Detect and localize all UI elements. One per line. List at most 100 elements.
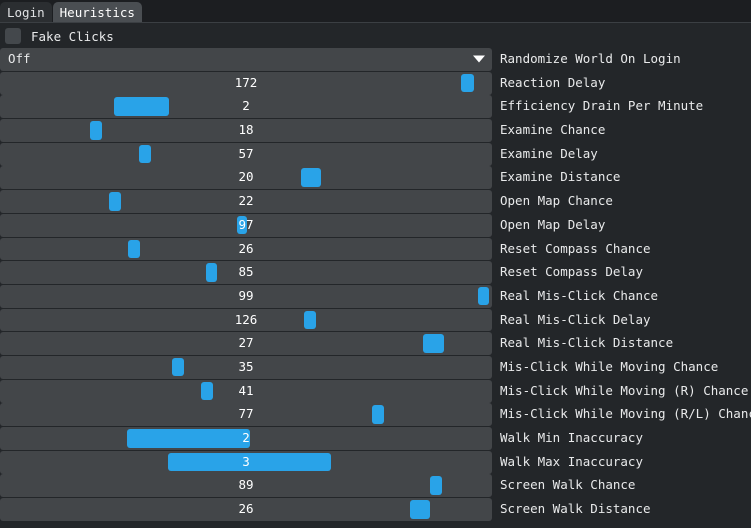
slider[interactable]: 27	[0, 332, 492, 356]
slider-thumb[interactable]	[201, 381, 213, 401]
setting-row: 97 Open Map Delay	[0, 213, 751, 237]
slider[interactable]: 2	[0, 95, 492, 119]
dropdown-randomize-world-on-login[interactable]: Off	[0, 48, 492, 71]
setting-label: Examine Distance	[500, 169, 621, 185]
setting-label: Mis-Click While Moving (R) Chance	[500, 382, 749, 398]
tab-bar: Login Heuristics	[0, 0, 751, 23]
setting-label: Examine Delay	[500, 145, 598, 161]
slider[interactable]: 2	[0, 427, 492, 450]
slider-thumb[interactable]	[172, 357, 184, 377]
setting-label: Real Mis-Click Distance	[500, 335, 674, 351]
tab-heuristics[interactable]: Heuristics	[52, 2, 142, 23]
setting-row: 2 Walk Min Inaccuracy	[0, 427, 751, 450]
slider-value: 27	[238, 335, 254, 351]
slider-thumb[interactable]	[430, 476, 442, 495]
setting-row: 99 Real Mis-Click Chance	[0, 284, 751, 308]
setting-row: 26 Screen Walk Distance	[0, 498, 751, 521]
dropdown-selected-value: Off	[8, 51, 31, 66]
chevron-down-icon	[473, 55, 485, 63]
tab-login-label: Login	[7, 5, 45, 20]
slider[interactable]: 77	[0, 403, 492, 427]
setting-row: 3 Walk Max Inaccuracy	[0, 450, 751, 474]
setting-row: 126 Real Mis-Click Delay	[0, 308, 751, 332]
slider[interactable]: 41	[0, 379, 492, 403]
slider[interactable]: 3	[0, 450, 492, 474]
setting-row: 20 Examine Distance	[0, 166, 751, 190]
slider[interactable]: 172	[0, 71, 492, 95]
slider[interactable]: 85	[0, 261, 492, 285]
setting-label: Screen Walk Distance	[500, 501, 651, 517]
slider-thumb[interactable]	[478, 286, 489, 306]
setting-label: Reaction Delay	[500, 74, 606, 90]
slider[interactable]: 35	[0, 355, 492, 379]
tab-bar-divider	[0, 22, 751, 23]
slider[interactable]: 26	[0, 498, 492, 521]
slider-thumb[interactable]	[423, 334, 444, 353]
setting-row: 57 Examine Delay	[0, 142, 751, 166]
slider[interactable]: 97	[0, 213, 492, 237]
slider-thumb[interactable]	[237, 215, 247, 235]
slider[interactable]: 20	[0, 166, 492, 190]
heuristics-settings-window: Login Heuristics Fake Clicks Off Randomiz…	[0, 0, 751, 528]
setting-label: Walk Min Inaccuracy	[500, 430, 643, 445]
slider-thumb[interactable]	[128, 239, 140, 258]
slider-value: 77	[238, 406, 254, 422]
slider-value: 126	[234, 311, 258, 327]
setting-row: Off Randomize World On Login	[0, 48, 751, 71]
setting-label: Real Mis-Click Delay	[500, 311, 651, 327]
slider[interactable]: 18	[0, 119, 492, 142]
setting-label: Open Map Chance	[500, 193, 613, 209]
slider-value: 41	[238, 382, 254, 398]
setting-row: 41 Mis-Click While Moving (R) Chance	[0, 379, 751, 403]
slider-value: 172	[234, 74, 258, 90]
slider[interactable]: 89	[0, 474, 492, 498]
slider-thumb[interactable]	[301, 168, 321, 187]
slider-thumb[interactable]	[410, 500, 430, 519]
slider-value: 22	[238, 193, 254, 209]
slider-thumb[interactable]	[372, 405, 384, 424]
slider[interactable]: 26	[0, 237, 492, 261]
slider-thumb[interactable]	[114, 97, 169, 116]
slider-thumb[interactable]	[109, 192, 121, 211]
tab-login[interactable]: Login	[0, 2, 52, 23]
slider[interactable]: 99	[0, 284, 492, 308]
slider-thumb[interactable]	[206, 263, 217, 282]
fake-clicks-label: Fake Clicks	[31, 28, 114, 44]
slider-value: 89	[238, 477, 254, 493]
setting-label: Randomize World On Login	[500, 51, 681, 66]
setting-label: Reset Compass Delay	[500, 264, 643, 280]
setting-row: 26 Reset Compass Chance	[0, 237, 751, 261]
setting-label: Open Map Delay	[500, 216, 606, 232]
setting-row: 2 Efficiency Drain Per Minute	[0, 95, 751, 119]
setting-row: 172 Reaction Delay	[0, 71, 751, 95]
setting-row: 35 Mis-Click While Moving Chance	[0, 355, 751, 379]
slider[interactable]: 22	[0, 190, 492, 214]
slider-value: 57	[238, 145, 254, 161]
setting-row: 22 Open Map Chance	[0, 190, 751, 214]
slider-thumb[interactable]	[127, 429, 250, 448]
setting-label: Real Mis-Click Chance	[500, 287, 659, 303]
slider[interactable]: 126	[0, 308, 492, 332]
slider-value: 20	[238, 169, 254, 185]
fake-clicks-row: Fake Clicks	[0, 24, 751, 48]
settings-rows: Off Randomize World On Login 172 Reaction D…	[0, 48, 751, 522]
setting-label: Reset Compass Chance	[500, 240, 651, 256]
setting-row: 85 Reset Compass Delay	[0, 261, 751, 285]
setting-label: Examine Chance	[500, 122, 606, 138]
fake-clicks-checkbox[interactable]	[5, 28, 21, 44]
slider-thumb[interactable]	[461, 73, 474, 93]
slider-value: 99	[238, 287, 254, 303]
slider-value: 26	[238, 240, 254, 256]
setting-row: 77 Mis-Click While Moving (R/L) Chance	[0, 403, 751, 427]
setting-row: 18 Examine Chance	[0, 119, 751, 142]
slider-thumb[interactable]	[304, 310, 316, 330]
setting-label: Screen Walk Chance	[500, 477, 636, 493]
slider[interactable]: 57	[0, 142, 492, 166]
setting-label: Efficiency Drain Per Minute	[500, 98, 704, 114]
setting-label: Mis-Click While Moving (R/L) Chance	[500, 406, 751, 422]
slider-value: 2	[242, 98, 250, 114]
tab-heuristics-label: Heuristics	[59, 5, 135, 20]
slider-thumb[interactable]	[90, 121, 102, 140]
slider-thumb[interactable]	[139, 144, 151, 164]
slider-thumb[interactable]	[168, 452, 331, 472]
